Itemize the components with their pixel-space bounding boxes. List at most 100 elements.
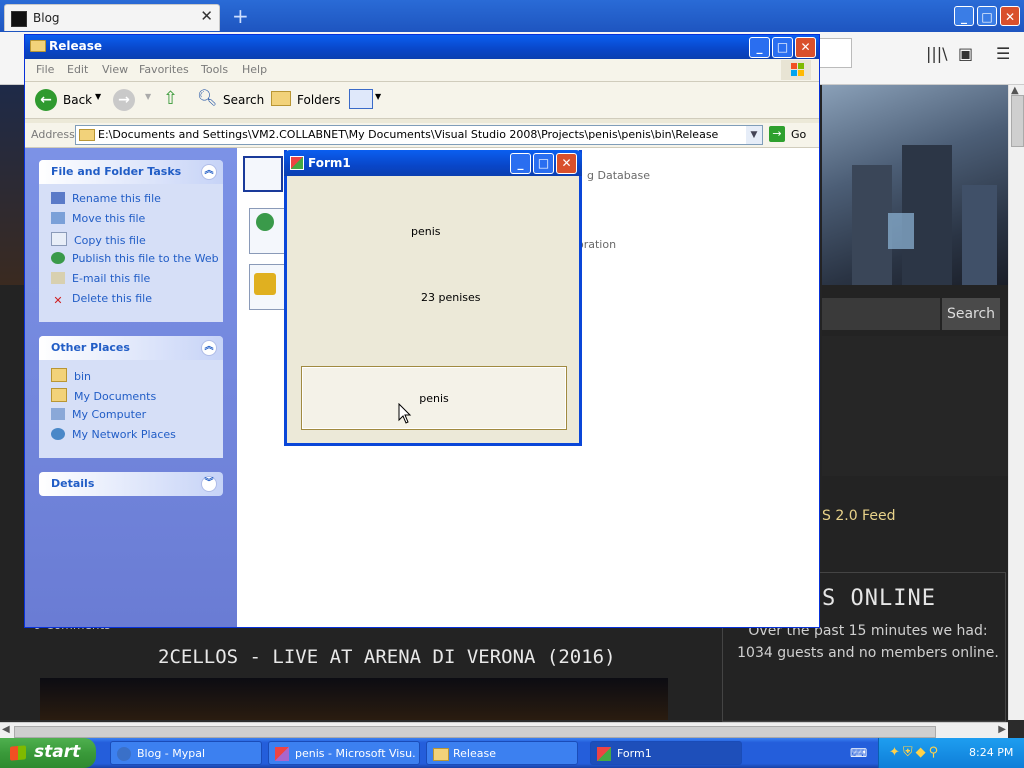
menu-help[interactable]: Help [242, 63, 267, 76]
form1-close-button[interactable]: ✕ [556, 153, 577, 174]
close-tab-icon[interactable]: ✕ [200, 7, 213, 25]
up-folder-icon[interactable]: ⇧ [163, 88, 178, 109]
address-path: E:\Documents and Settings\VM2.COLLABNET\… [98, 128, 719, 141]
folders-button[interactable]: Folders [297, 93, 340, 107]
sidebar-icon[interactable]: ▣ [958, 44, 973, 63]
explorer-menubar: File Edit View Favorites Tools Help [25, 59, 819, 82]
task-form1[interactable]: Form1 [590, 741, 742, 765]
address-dropdown-icon[interactable]: ▼ [746, 126, 762, 144]
web-search-button[interactable]: Search [942, 298, 1000, 330]
form1-button[interactable]: penis [301, 366, 567, 430]
menu-favorites[interactable]: Favorites [139, 63, 189, 76]
clock[interactable]: 8:24 PM [969, 746, 1013, 759]
menu-icon[interactable]: ☰ [996, 44, 1010, 63]
online-title: S ONLINE [822, 586, 936, 611]
place-my-documents[interactable]: My Documents [51, 388, 156, 403]
library-icon[interactable]: |||\ [926, 44, 948, 63]
panel-title: Details [51, 477, 95, 490]
browser-close-button[interactable]: ✕ [1000, 6, 1020, 26]
rename-file-link[interactable]: Rename this file [51, 192, 161, 205]
file-description: oration [577, 238, 617, 251]
search-button[interactable]: Search [223, 93, 264, 107]
move-file-link[interactable]: Move this file [51, 212, 145, 225]
folders-icon[interactable] [271, 91, 291, 106]
form1-title: Form1 [308, 156, 351, 170]
form1-maximize-button[interactable]: □ [533, 153, 554, 174]
place-my-network[interactable]: My Network Places [51, 428, 176, 441]
other-places-header[interactable]: Other Places ︽ [39, 336, 223, 360]
explorer-maximize-button[interactable]: □ [772, 37, 793, 58]
menu-tools[interactable]: Tools [201, 63, 228, 76]
vertical-scrollbar[interactable]: ▲ [1008, 85, 1024, 720]
explorer-minimize-button[interactable]: _ [749, 37, 770, 58]
horizontal-scrollbar[interactable]: ◀ ▶ [0, 722, 1008, 739]
explorer-close-button[interactable]: ✕ [795, 37, 816, 58]
back-button[interactable]: Back [63, 93, 92, 107]
forward-dropdown-icon[interactable]: ▼ [145, 92, 151, 101]
back-arrow-icon[interactable]: ← [35, 89, 57, 111]
file-description: g Database [587, 169, 650, 182]
explorer-title: Release [49, 39, 103, 53]
folder-icon [51, 368, 67, 382]
file-icon-manifest[interactable] [249, 208, 287, 254]
place-my-computer[interactable]: My Computer [51, 408, 146, 421]
app-icon [290, 156, 304, 170]
start-button[interactable]: start [0, 738, 96, 768]
go-arrow-icon[interactable]: → [769, 126, 785, 142]
details-header[interactable]: Details ︾ [39, 472, 223, 496]
file-icon-application[interactable] [249, 264, 287, 310]
explorer-titlebar[interactable]: Release _ □ ✕ [25, 35, 819, 59]
browser-icon [117, 747, 131, 761]
delete-icon: ✕ [53, 294, 63, 307]
other-places-panel: Other Places ︽ bin My Documents My Compu… [39, 336, 223, 458]
article-image [40, 678, 668, 720]
task-pane: File and Folder Tasks ︽ Rename this file… [25, 148, 237, 627]
address-input[interactable]: E:\Documents and Settings\VM2.COLLABNET\… [75, 125, 763, 145]
collapse-icon[interactable]: ︽ [201, 164, 217, 180]
search-icon[interactable]: 🔍︎ [197, 88, 217, 107]
email-icon [51, 272, 65, 284]
browser-maximize-button[interactable]: □ [977, 6, 997, 26]
menu-edit[interactable]: Edit [67, 63, 88, 76]
panel-title: File and Folder Tasks [51, 165, 182, 178]
computer-icon [51, 408, 65, 420]
mouse-cursor-icon [398, 403, 412, 424]
tray-icons[interactable]: ✦⛨◆⚲ [889, 745, 941, 760]
email-file-link[interactable]: E-mail this file [51, 272, 150, 285]
new-tab-button[interactable]: + [232, 4, 249, 28]
file-icon-database[interactable] [243, 156, 283, 192]
folder-icon [433, 748, 449, 761]
menu-file[interactable]: File [36, 63, 54, 76]
task-blog[interactable]: Blog - Mypal [110, 741, 262, 765]
back-dropdown-icon[interactable]: ▼ [95, 92, 101, 101]
place-bin[interactable]: bin [51, 368, 91, 383]
task-release[interactable]: Release [426, 741, 578, 765]
form1-minimize-button[interactable]: _ [510, 153, 531, 174]
article-title[interactable]: 2CELLOS - LIVE AT ARENA DI VERONA (2016) [158, 646, 616, 668]
explorer-toolbar: ← Back ▼ → ▼ ⇧ 🔍︎ Search Folders ▼ [25, 82, 819, 119]
keyboard-icon[interactable]: ⌨ [850, 746, 867, 760]
rss-feed-link[interactable]: S 2.0 Feed [822, 508, 895, 524]
go-button[interactable]: Go [791, 128, 806, 141]
forward-arrow-icon[interactable]: → [113, 89, 135, 111]
browser-tab[interactable]: Blog ✕ [4, 4, 220, 31]
views-icon[interactable] [349, 89, 373, 109]
collapse-icon[interactable]: ︽ [201, 340, 217, 356]
copy-file-link[interactable]: Copy this file [51, 232, 146, 247]
browser-minimize-button[interactable]: _ [954, 6, 974, 26]
file-folder-tasks-header[interactable]: File and Folder Tasks ︽ [39, 160, 223, 184]
web-search-input[interactable] [822, 298, 940, 330]
views-dropdown-icon[interactable]: ▼ [375, 92, 381, 101]
tab-title: Blog [33, 11, 60, 25]
globe-icon [51, 252, 65, 264]
network-icon [51, 428, 65, 440]
panel-title: Other Places [51, 341, 130, 354]
form1-titlebar[interactable]: Form1 _ □ ✕ [284, 150, 582, 176]
menu-view[interactable]: View [102, 63, 128, 76]
task-visual-studio[interactable]: penis - Microsoft Visu... [268, 741, 420, 765]
browser-search-field[interactable] [818, 38, 852, 68]
expand-icon[interactable]: ︾ [201, 476, 217, 492]
start-label: start [34, 742, 81, 762]
publish-web-link[interactable]: Publish this file to the Web [51, 252, 219, 265]
delete-file-link[interactable]: ✕ Delete this file [51, 292, 152, 307]
